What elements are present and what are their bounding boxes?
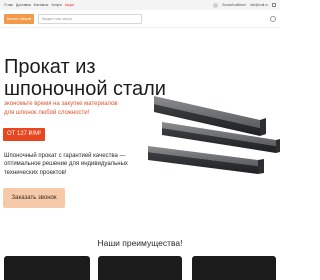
catalog-button[interactable]: Каталог товаров bbox=[4, 13, 34, 24]
advantages-title: Наши преимущества! bbox=[97, 238, 183, 248]
hero-description-line: Шпоночный прокат с гарантией качества — bbox=[4, 153, 126, 159]
steel-bars-image bbox=[148, 96, 280, 174]
top-nav: О нас Доставка Контакты Услуги Акции bbox=[4, 3, 74, 7]
menu-icon[interactable] bbox=[272, 3, 276, 7]
callback-button[interactable]: Заказать звонок bbox=[3, 188, 65, 208]
hero-description: Шпоночный прокат с гарантией качества — … bbox=[4, 152, 154, 177]
hero-subtitle-line: для шпонок любой сложности! bbox=[4, 109, 90, 116]
top-nav-item[interactable]: Услуги bbox=[51, 3, 61, 7]
price-badge: ОТ 127 ₽/М² bbox=[3, 128, 46, 141]
search-input[interactable]: Введите ваш запрос bbox=[38, 13, 142, 24]
hero-title-line: Прокат из bbox=[4, 56, 96, 78]
top-right: Личный кабинет info@mail.ru bbox=[213, 2, 276, 8]
top-nav-item[interactable]: Доставка bbox=[16, 3, 31, 7]
hero-description-line: технических проектов! bbox=[4, 169, 67, 176]
user-icon bbox=[213, 2, 219, 8]
hero-subtitle: экономьте время на закупке материалов дл… bbox=[4, 100, 118, 118]
header: Каталог товаров Введите ваш запрос bbox=[0, 10, 280, 28]
top-bar: О нас Доставка Контакты Услуги Акции Лич… bbox=[0, 0, 280, 10]
hero-description-line: оптимальное решение для индивидуальных bbox=[4, 161, 128, 168]
top-nav-item-sale[interactable]: Акции bbox=[65, 3, 74, 7]
advantage-card bbox=[192, 256, 276, 280]
contact-text[interactable]: info@mail.ru bbox=[250, 3, 268, 7]
advantage-card bbox=[4, 256, 90, 280]
cabinet-link[interactable]: Личный кабинет bbox=[222, 3, 246, 7]
top-nav-item[interactable]: Контакты bbox=[34, 3, 49, 7]
cart-icon[interactable] bbox=[270, 15, 276, 22]
advantage-card bbox=[98, 256, 182, 280]
hero-subtitle-line: экономьте время на закупке материалов bbox=[4, 101, 118, 107]
top-nav-item[interactable]: О нас bbox=[4, 3, 13, 7]
